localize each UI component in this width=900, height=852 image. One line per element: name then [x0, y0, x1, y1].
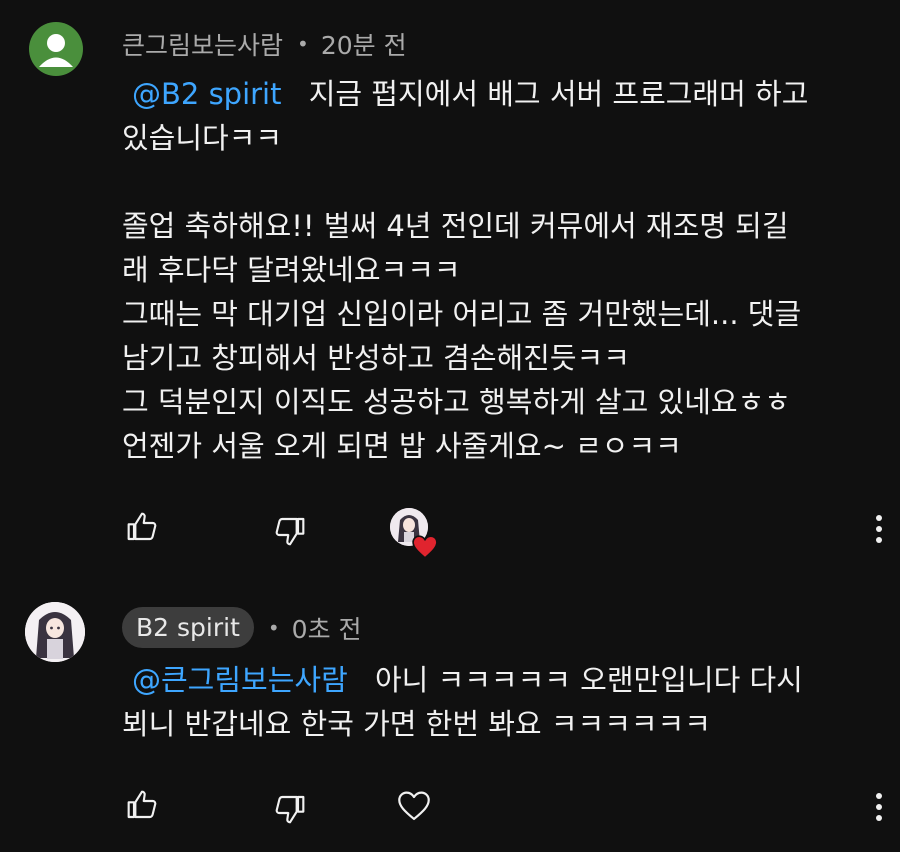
avatar-anime[interactable]	[25, 602, 85, 662]
avatar-default-user[interactable]	[29, 22, 83, 76]
comment-author-chip[interactable]: B2 spirit	[122, 607, 254, 648]
comment-time: 0초 전	[291, 614, 362, 644]
comment-text-line: 그때는 막 대기업 신입이라 어리고 좀 거만했는데... 댓글	[122, 297, 802, 331]
comment-actions	[0, 782, 900, 832]
comment-text-line: 졸업 축하해요!! 벌써 4년 전인데 커뮤에서 재조명 되길	[122, 209, 789, 243]
mention-link[interactable]: @큰그림보는사람	[132, 663, 348, 697]
creator-heart-button[interactable]	[388, 506, 440, 559]
mention-link[interactable]: @B2 spirit	[132, 77, 282, 111]
like-button[interactable]	[122, 782, 162, 828]
comment-body: @B2 spirit 지금 펍지에서 배그 서버 프로그래머 하고 있습니다ㅋㅋ…	[122, 72, 892, 468]
comment-meta: 큰그림보는사람 • 20분 전	[122, 26, 407, 62]
more-options-button[interactable]	[862, 506, 896, 552]
thumb-up-icon	[127, 512, 157, 541]
thumb-up-icon	[127, 790, 157, 819]
more-vert-icon	[876, 515, 882, 543]
comment-text-line: 지금 펍지에서 배그 서버 프로그래머 하고	[308, 77, 809, 111]
like-button[interactable]	[122, 504, 162, 550]
heart-button[interactable]	[392, 784, 436, 828]
comment-text-line	[122, 160, 892, 204]
dislike-button[interactable]	[270, 786, 310, 832]
dislike-button[interactable]	[270, 508, 310, 554]
comment-meta: B2 spirit • 0초 전	[122, 607, 362, 648]
comment-text-line: 뵈니 반갑네요 한국 가면 한번 봐요 ㅋㅋㅋㅋㅋㅋ	[122, 707, 711, 741]
user-silhouette-icon	[39, 34, 73, 67]
meta-separator-dot: •	[297, 32, 309, 56]
comment-actions	[0, 504, 900, 559]
anime-avatar-icon	[25, 602, 85, 662]
comment-text-line: 래 후다닥 달려왔네요ㅋㅋㅋ	[122, 253, 461, 287]
heart-outline-icon	[398, 791, 430, 821]
comment-text-line: 그 덕분인지 이직도 성공하고 행복하게 살고 있네요ㅎㅎ	[122, 385, 791, 419]
comment-text-line: 있습니다ㅋㅋ	[122, 121, 283, 155]
creator-heart-icon	[412, 535, 438, 559]
more-options-button[interactable]	[862, 784, 896, 830]
comment-text-line: 아니 ㅋㅋㅋㅋㅋ 오랜만입니다 다시	[374, 663, 803, 697]
more-vert-icon	[876, 793, 882, 821]
thumb-down-icon	[275, 517, 305, 546]
comment-time: 20분 전	[320, 31, 407, 60]
comment-author[interactable]: 큰그림보는사람	[122, 26, 283, 62]
comment-text-line: 남기고 창피해서 반성하고 겸손해진듯ㅋㅋ	[122, 341, 630, 375]
comment-body: @큰그림보는사람 아니 ㅋㅋㅋㅋㅋ 오랜만입니다 다시 뵈니 반갑네요 한국 가…	[122, 658, 892, 746]
comment-text-line: 언젠가 서울 오게 되면 밥 사줄게요~ ㄹㅇㅋㅋ	[122, 429, 682, 463]
thumb-down-icon	[275, 795, 305, 824]
meta-separator-dot: •	[267, 615, 280, 640]
